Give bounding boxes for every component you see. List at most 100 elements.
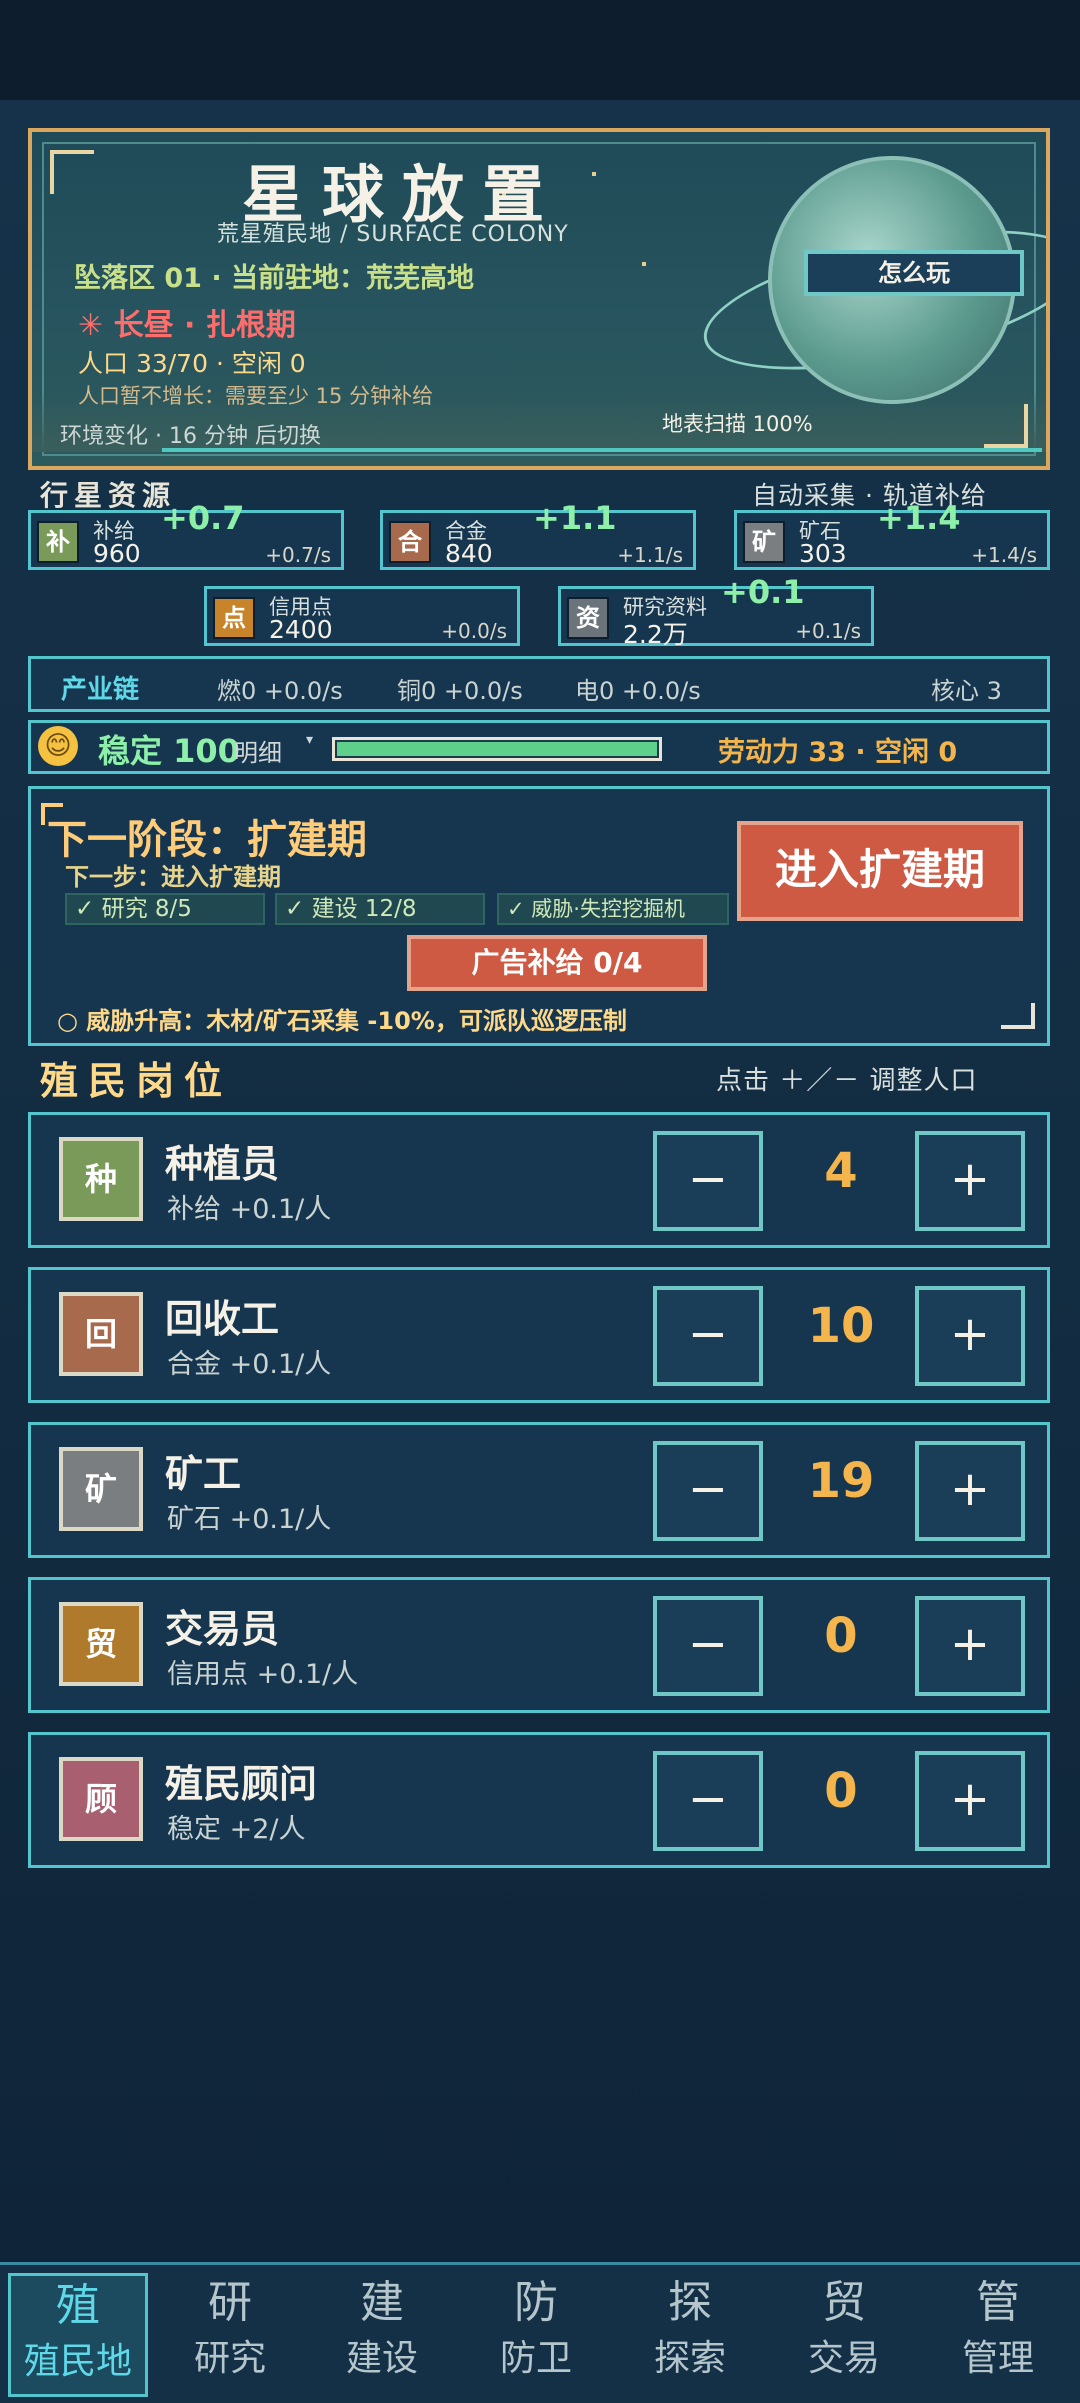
resource-card-alloy[interactable]: 合 合金 840 +1.1/s +1.1 xyxy=(380,499,696,570)
tab-build[interactable]: 建建设 xyxy=(312,2273,452,2397)
resource-rate: +0.7/s xyxy=(265,543,331,567)
resource-value: 2.2万 xyxy=(623,620,688,649)
job-name: 殖民顾问 xyxy=(165,1762,318,1806)
workforce-info: 劳动力 33 · 空闲 0 xyxy=(718,737,958,768)
research-data-icon: 资 xyxy=(567,597,609,639)
population-info: 人口 33/70 · 空闲 0 xyxy=(78,349,306,378)
job-name: 回收工 xyxy=(165,1297,280,1341)
resource-gain-float: +1.1 xyxy=(533,499,617,537)
jobs-hint: 点击 ＋／－ 调整人口 xyxy=(716,1066,978,1096)
credits-icon: 点 xyxy=(213,597,255,639)
decrease-button[interactable]: − xyxy=(653,1286,763,1386)
decrease-button[interactable]: − xyxy=(653,1751,763,1851)
resource-rate: +1.4/s xyxy=(971,543,1037,567)
tab-glyph: 建 xyxy=(360,2277,404,2328)
resources-label: 行星资源 xyxy=(40,479,177,512)
trader-icon: 贸 xyxy=(59,1602,143,1686)
industry-fuel: 燃0 +0.0/s xyxy=(217,677,343,705)
stability-progress xyxy=(332,737,662,761)
tab-label: 建设 xyxy=(345,2338,418,2379)
environment-change: 环境变化 · 16 分钟 后切换 xyxy=(60,424,321,449)
jobs-label: 殖民岗位 xyxy=(40,1059,233,1103)
corner-decoration xyxy=(984,404,1028,448)
miner-icon: 矿 xyxy=(59,1447,143,1531)
stability-detail-link[interactable]: 明细 xyxy=(234,733,282,768)
tab-explore[interactable]: 探探索 xyxy=(620,2273,760,2397)
increase-button[interactable]: + xyxy=(915,1131,1025,1231)
increase-button[interactable]: + xyxy=(915,1286,1025,1386)
increase-button[interactable]: + xyxy=(915,1596,1025,1696)
next-step-text: 下一步：进入扩建期 xyxy=(65,863,281,891)
tab-label: 管理 xyxy=(961,2338,1034,2379)
decrease-button[interactable]: − xyxy=(653,1131,763,1231)
threat-warning: ○ 威胁升高：木材/矿石采集 -10%，可派队巡逻压制 xyxy=(57,1007,627,1035)
check-threat: ✓ 威胁·失控挖掘机 xyxy=(497,893,729,925)
job-count: 19 xyxy=(807,1453,875,1509)
industry-chain-label: 产业链 xyxy=(61,675,140,705)
resource-value: 2400 xyxy=(269,615,333,644)
era-label: ✳ 长昼 · 扎根期 xyxy=(78,308,296,343)
enter-expansion-button[interactable]: 进入扩建期 xyxy=(737,821,1023,921)
ore-icon: 矿 xyxy=(743,521,785,563)
job-row-farmer: 种 种植员 补给 +0.1/人 − 4 + xyxy=(28,1112,1050,1248)
star xyxy=(592,172,596,176)
tab-trade[interactable]: 贸交易 xyxy=(774,2273,914,2397)
scan-bar xyxy=(162,448,1042,452)
tab-glyph: 殖 xyxy=(56,2280,100,2331)
population-note: 人口暂不增长：需要至少 15 分钟补给 xyxy=(78,384,434,408)
caret-icon: ▾ xyxy=(306,732,314,748)
industry-chain-bar[interactable]: 产业链 燃0 +0.0/s 铜0 +0.0/s 电0 +0.0/s 核心 3 xyxy=(28,656,1050,712)
supply-icon: 补 xyxy=(37,521,79,563)
job-row-trader: 贸 交易员 信用点 +0.1/人 − 0 + xyxy=(28,1577,1050,1713)
job-desc: 稳定 +2/人 xyxy=(167,1814,306,1845)
how-to-play-button[interactable]: 怎么玩 xyxy=(804,250,1024,296)
industry-copper: 铜0 +0.0/s xyxy=(397,677,523,705)
tab-glyph: 防 xyxy=(514,2277,558,2328)
resource-card-credits[interactable]: 点 信用点 2400 +0.0/s xyxy=(204,586,520,646)
tab-label: 交易 xyxy=(807,2338,880,2379)
job-desc: 补给 +0.1/人 xyxy=(167,1194,332,1225)
job-desc: 信用点 +0.1/人 xyxy=(167,1659,359,1690)
resource-card-ore[interactable]: 矿 矿石 303 +1.4/s +1.4 xyxy=(734,499,1050,570)
job-name: 种植员 xyxy=(165,1142,280,1186)
resource-card-research[interactable]: 资 研究资料 2.2万 +0.1/s +0.1 xyxy=(558,573,874,649)
tab-defense[interactable]: 防防卫 xyxy=(466,2273,606,2397)
stability-progress-fill xyxy=(337,742,657,756)
decrease-button[interactable]: − xyxy=(653,1441,763,1541)
job-count: 10 xyxy=(807,1298,875,1354)
industry-power: 电0 +0.0/s xyxy=(575,677,701,705)
scan-status: 地表扫描 100% xyxy=(662,412,813,436)
tab-research[interactable]: 研研究 xyxy=(160,2273,300,2397)
decrease-button[interactable]: − xyxy=(653,1596,763,1696)
corner-decoration xyxy=(1001,1003,1035,1029)
resource-rate: +1.1/s xyxy=(617,543,683,567)
tab-glyph: 探 xyxy=(668,2277,712,2328)
job-row-recycler: 回 回收工 合金 +0.1/人 − 10 + xyxy=(28,1267,1050,1403)
increase-button[interactable]: + xyxy=(915,1441,1025,1541)
tab-glyph: 管 xyxy=(976,2277,1020,2328)
ad-supply-button[interactable]: 广告补给 0/4 xyxy=(407,935,707,991)
increase-button[interactable]: + xyxy=(915,1751,1025,1851)
resource-gain-float: +0.1 xyxy=(721,573,805,611)
check-research: ✓ 研究 8/5 xyxy=(65,893,265,925)
resource-rate: +0.0/s xyxy=(441,619,507,643)
job-name: 矿工 xyxy=(165,1452,242,1496)
tab-label: 探索 xyxy=(653,2338,726,2379)
tab-label: 研究 xyxy=(193,2338,266,2379)
tab-colony[interactable]: 殖殖民地 xyxy=(8,2273,148,2397)
core-count: 核心 3 xyxy=(931,677,1002,705)
alloy-icon: 合 xyxy=(389,521,431,563)
tab-manage[interactable]: 管管理 xyxy=(928,2273,1068,2397)
smiley-face-icon: 😊 xyxy=(38,726,78,766)
resource-card-supply[interactable]: 补 补给 960 +0.7/s +0.7 xyxy=(28,499,344,570)
job-desc: 矿石 +0.1/人 xyxy=(167,1504,332,1535)
game-subtitle: 荒星殖民地 / SURFACE COLONY xyxy=(217,222,569,247)
job-count: 0 xyxy=(824,1763,858,1819)
farmer-icon: 种 xyxy=(59,1137,143,1221)
star xyxy=(642,262,646,266)
job-count: 0 xyxy=(824,1608,858,1664)
advisor-icon: 顾 xyxy=(59,1757,143,1841)
next-stage-panel: 下一阶段：扩建期 下一步：进入扩建期 ✓ 研究 8/5 ✓ 建设 12/8 ✓ … xyxy=(28,786,1050,1046)
resource-rate: +0.1/s xyxy=(795,619,861,643)
tab-glyph: 研 xyxy=(208,2277,252,2328)
